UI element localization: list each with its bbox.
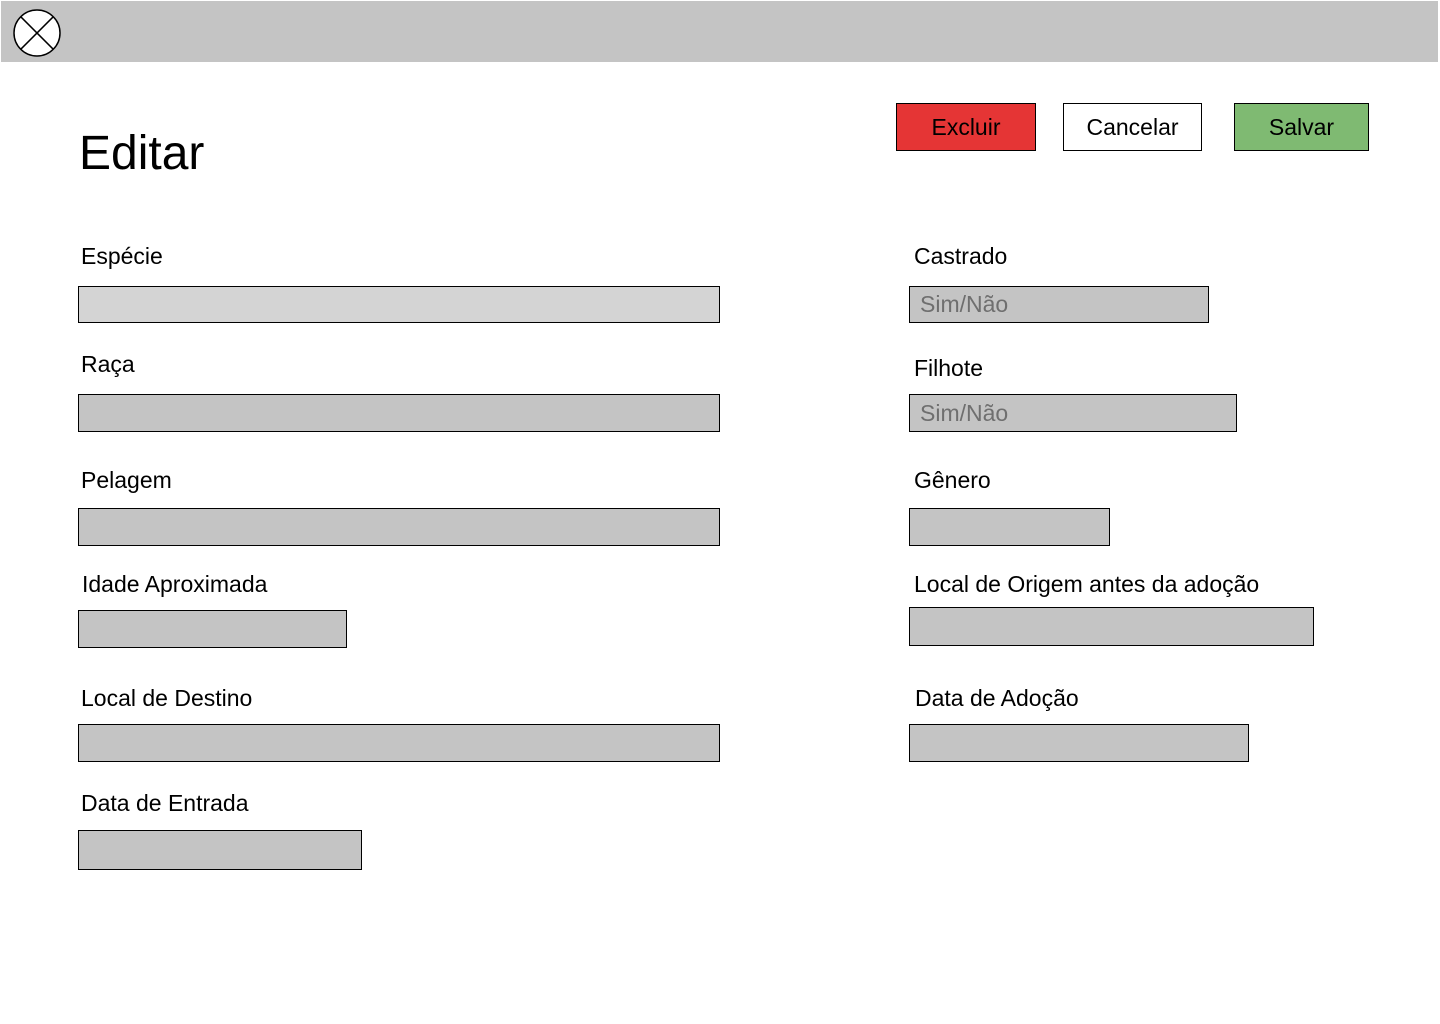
adocao-label: Data de Adoção <box>915 685 1079 711</box>
especie-input[interactable] <box>78 286 720 323</box>
castrado-label: Castrado <box>914 243 1008 269</box>
raca-input[interactable] <box>78 394 720 432</box>
origem-label: Local de Origem antes da adoção <box>914 571 1260 597</box>
top-bar <box>1 1 1438 62</box>
especie-label: Espécie <box>81 243 163 269</box>
idade-input[interactable] <box>78 610 347 648</box>
adocao-input[interactable] <box>909 724 1249 762</box>
delete-button[interactable]: Excluir <box>896 103 1036 151</box>
destino-label: Local de Destino <box>81 685 253 711</box>
circle-x-icon[interactable] <box>13 9 61 57</box>
entrada-label: Data de Entrada <box>81 790 249 816</box>
destino-input[interactable] <box>78 724 720 762</box>
cancel-button[interactable]: Cancelar <box>1063 103 1202 151</box>
pelagem-label: Pelagem <box>81 467 172 493</box>
save-button[interactable]: Salvar <box>1234 103 1369 151</box>
origem-input[interactable] <box>909 607 1314 646</box>
filhote-input[interactable] <box>909 394 1237 432</box>
raca-label: Raça <box>81 351 135 377</box>
pelagem-input[interactable] <box>78 508 720 546</box>
filhote-label: Filhote <box>914 355 984 381</box>
castrado-input[interactable] <box>909 286 1209 323</box>
genero-label: Gênero <box>914 467 991 493</box>
entrada-input[interactable] <box>78 830 362 870</box>
genero-input[interactable] <box>909 508 1110 546</box>
idade-label: Idade Aproximada <box>82 571 268 597</box>
page-title: Editar <box>79 127 205 180</box>
